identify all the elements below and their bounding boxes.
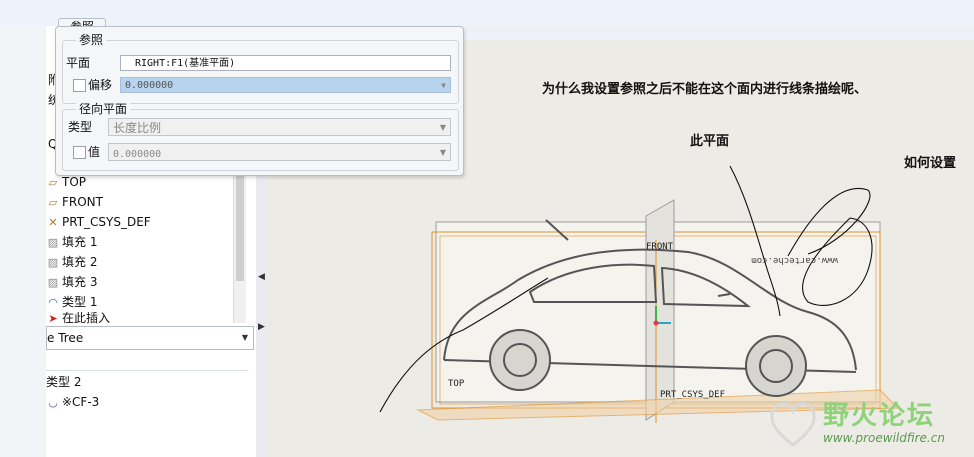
tree2-item-cf3[interactable]: ◡ ※CF-3	[46, 392, 99, 412]
curve-feature-icon: ◡	[48, 396, 58, 409]
offset-value: 0.000000	[125, 80, 174, 91]
scrollbar-thumb[interactable]	[236, 173, 244, 281]
image-watermark-text: www.carteche.com	[751, 255, 838, 265]
offset-value-field[interactable]: 0.000000 ▼	[120, 77, 451, 93]
tree-item-label: 类型 1	[62, 295, 98, 309]
tree-item-label: 填充 1	[62, 235, 98, 249]
forum-watermark: 野火论坛 www.proewildfire.cn	[763, 391, 971, 453]
front-plane-label: FRONT	[646, 242, 674, 252]
collapse-left-icon[interactable]: ◀	[258, 272, 265, 282]
tree-item-fill-3[interactable]: ▨ 填充 3	[46, 272, 98, 292]
datum-plane-icon: ▱	[48, 176, 58, 189]
tree-scrollbar[interactable]	[233, 173, 246, 323]
value-field-value: 0.000000	[113, 149, 162, 160]
curve-icon: ◠	[48, 296, 58, 309]
plane-reference-field[interactable]: RIGHT:F1(基准平面)	[120, 55, 451, 71]
tree-item-label: 类型 2	[46, 375, 82, 389]
tree-item-label: ※CF-3	[62, 395, 100, 409]
chevron-down-icon: ▼	[441, 81, 446, 90]
offset-checkbox[interactable]	[73, 79, 86, 92]
references-group-title: 参照	[76, 33, 107, 47]
type-label: 类型	[68, 120, 93, 134]
tree-item-fill-2[interactable]: ▨ 填充 2	[46, 252, 98, 272]
watermark-url: www.proewildfire.cn	[823, 431, 945, 445]
top-plane-label: TOP	[448, 379, 465, 389]
fill-icon: ▨	[47, 276, 59, 289]
tree-item-label: 在此插入	[62, 312, 111, 324]
top-toolbar	[0, 0, 974, 26]
tree-item-label: 填充 3	[62, 275, 98, 289]
references-panel: 参照 平面 RIGHT:F1(基准平面) 偏移 0.000000 ▼ 径向平面 …	[55, 26, 464, 176]
fill-icon: ▨	[47, 236, 59, 249]
tree-item-type-1[interactable]: ◠ 类型 1	[46, 292, 97, 312]
tree-item-fill-1[interactable]: ▨ 填充 1	[46, 232, 98, 252]
expand-right-icon[interactable]: ▶	[258, 322, 265, 332]
chevron-down-icon: ▼	[439, 148, 446, 157]
tree-item-label: PRT_CSYS_DEF	[62, 215, 151, 229]
watermark-title: 野火论坛	[823, 401, 936, 431]
tree-item-front[interactable]: ▱ FRONT	[46, 192, 103, 212]
value-field[interactable]: 0.000000 ▼	[108, 143, 451, 161]
value-label: 值	[88, 145, 101, 159]
csys-origin	[653, 320, 659, 326]
tree-item-label: 填充 2	[62, 255, 98, 269]
plane-label: 平面	[66, 56, 91, 70]
value-checkbox[interactable]	[73, 146, 86, 159]
heart-logo-icon	[770, 402, 816, 447]
insert-here-icon: ➤	[48, 312, 58, 325]
question-note: 为什么我设置参照之后不能在这个面内进行线条描绘呢、	[542, 82, 868, 97]
fill-icon: ▨	[47, 256, 59, 269]
tree-item-insert-here[interactable]: ➤ 在此插入	[46, 312, 110, 324]
tree-separator	[46, 370, 248, 371]
front-datum-plane	[645, 199, 675, 421]
csys-label: PRT_CSYS_DEF	[660, 390, 725, 400]
chevron-down-icon: ▼	[241, 333, 248, 342]
tree-item-label: FRONT	[62, 195, 103, 209]
chevron-down-icon: ▼	[439, 123, 446, 132]
references-group	[62, 40, 459, 104]
type-select[interactable]: 长度比例 ▼	[108, 118, 451, 136]
how-to-set-note: 如何设置	[904, 156, 957, 171]
datum-plane-icon: ▱	[48, 196, 58, 209]
coord-sys-icon: ✕	[48, 216, 58, 229]
tree2-item-type-2[interactable]: 类型 2	[46, 372, 81, 392]
offset-label: 偏移	[88, 78, 113, 92]
tree-filter-dropdown[interactable]: e Tree ▼	[46, 326, 254, 350]
tree-item-csys[interactable]: ✕ PRT_CSYS_DEF	[46, 212, 151, 232]
tree-filter-value: e Tree	[47, 331, 84, 345]
tree-item-label: TOP	[62, 175, 87, 189]
this-plane-note: 此平面	[690, 134, 730, 149]
left-edge-strip: 附	[0, 26, 60, 457]
type-select-value: 长度比例	[113, 121, 162, 135]
radial-plane-group-title: 径向平面	[76, 102, 131, 116]
